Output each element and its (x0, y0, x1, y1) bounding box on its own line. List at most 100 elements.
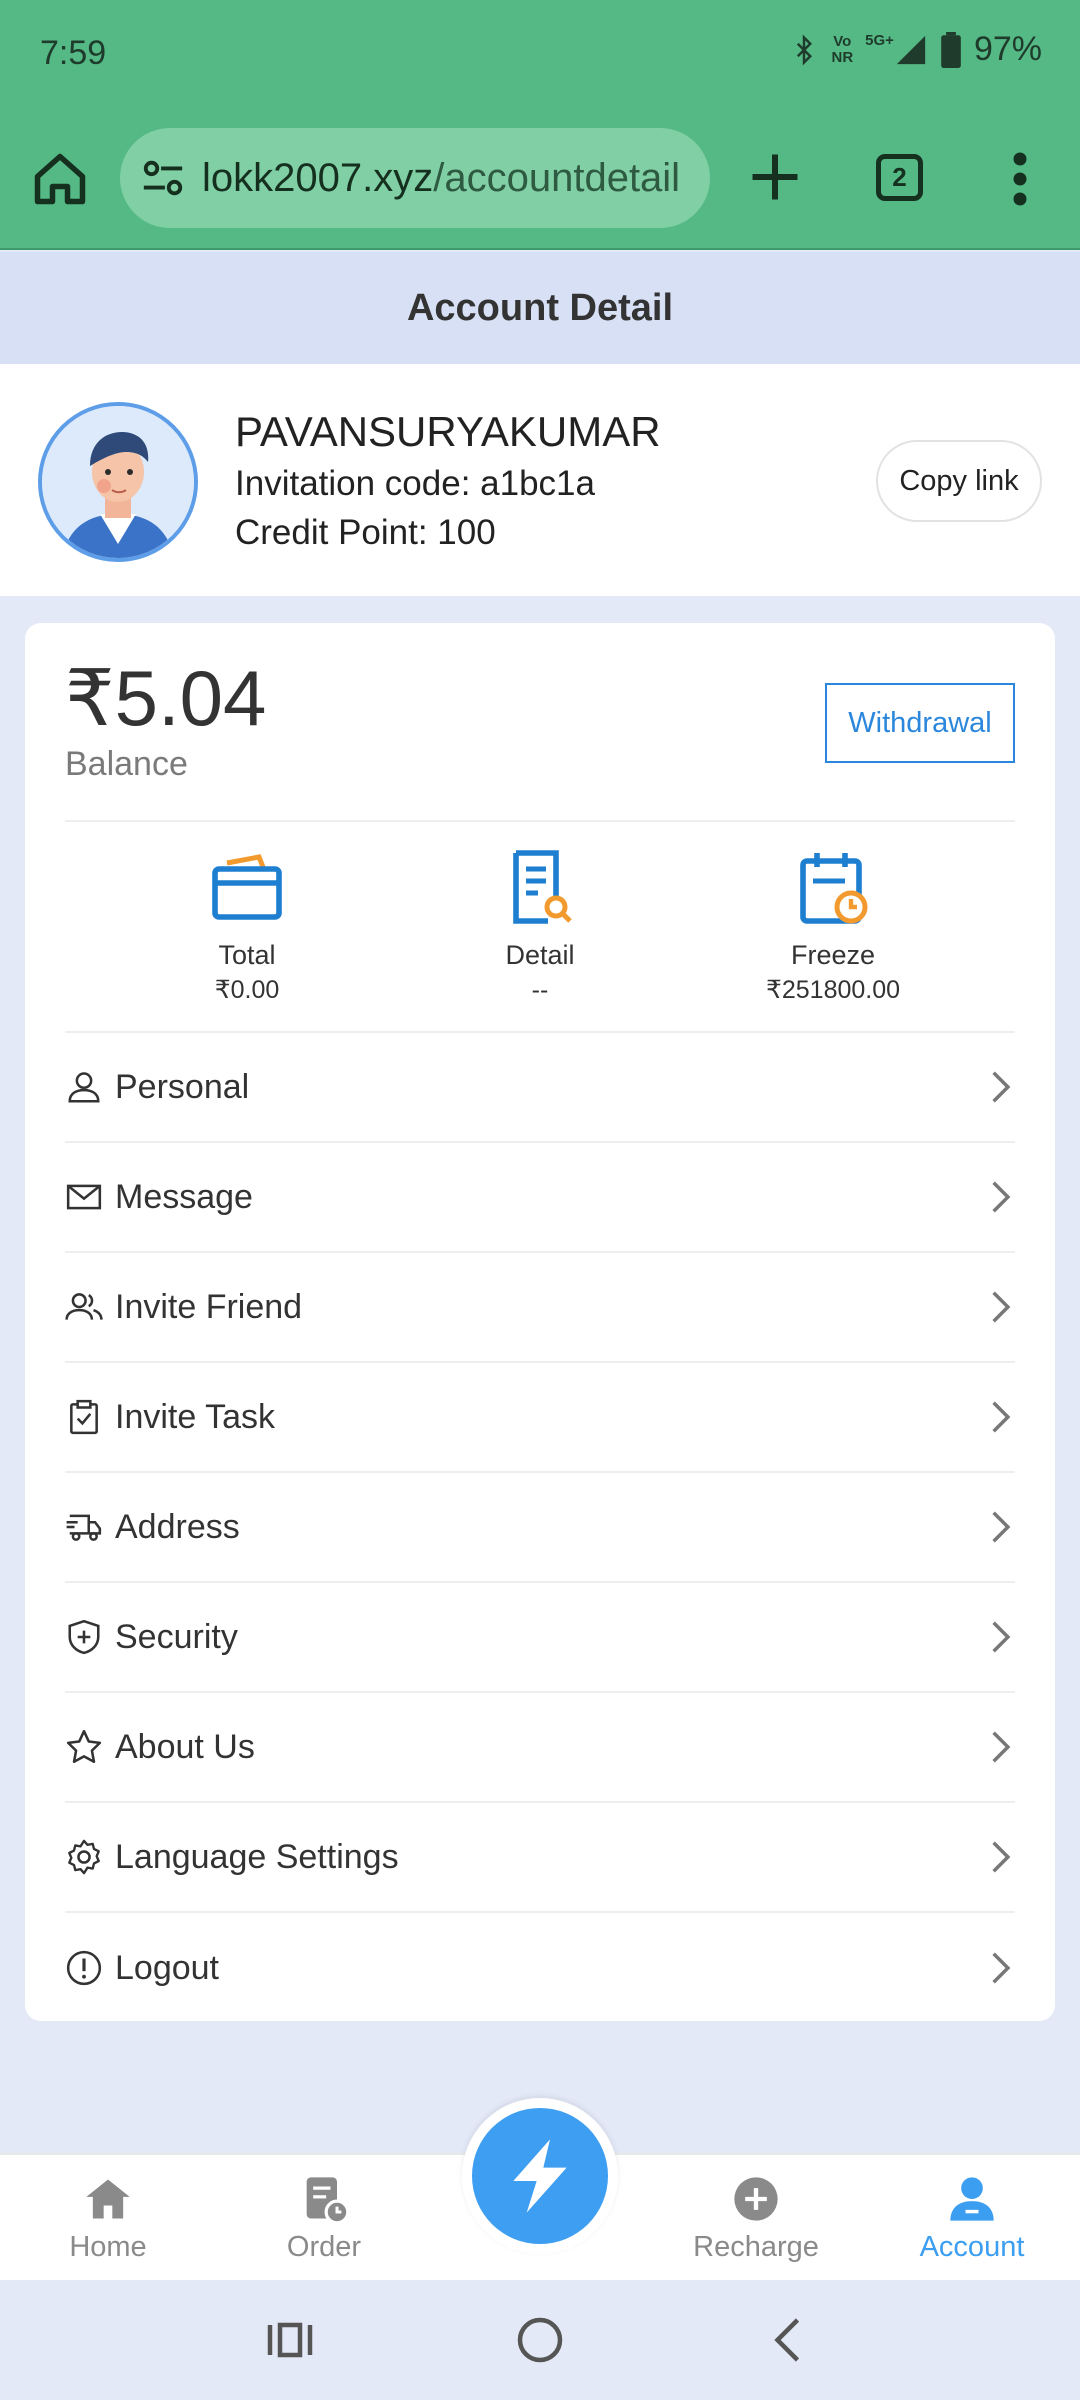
chevron-right-icon (992, 1401, 1011, 1433)
home-outline-icon (34, 153, 86, 205)
wallet-icon (212, 854, 282, 920)
status-icons: Vo NR 5G+ 97% (789, 30, 1042, 69)
menu-item-language-settings[interactable]: Language Settings (65, 1803, 1015, 1913)
browser-home-button[interactable] (30, 149, 90, 209)
url-text: lokk2007.xyz/accountdetail (202, 156, 680, 201)
settings-menu: Personal Message Invite Friend Invite Ta… (65, 1033, 1015, 2023)
nav-recharge[interactable]: Recharge (676, 2173, 836, 2264)
profile-name: PAVANSURYAKUMAR (235, 408, 661, 455)
battery-icon (941, 31, 961, 68)
menu-label: Logout (115, 1948, 219, 1987)
chevron-right-icon (992, 1291, 1011, 1323)
stat-total-value: ₹0.00 (214, 976, 280, 1004)
address-bar[interactable]: lokk2007.xyz/accountdetail (120, 128, 710, 228)
menu-label: Personal (115, 1067, 250, 1106)
stat-detail-value: -- (531, 976, 549, 1004)
menu-label: Invite Task (115, 1397, 276, 1436)
page-title: Account Detail (0, 252, 1080, 364)
nav-label: Account (919, 2231, 1025, 2263)
users-icon (65, 1293, 103, 1320)
url-path: /accountdetail (433, 155, 681, 200)
profile-section: PAVANSURYAKUMAR Invitation code: a1bc1a … (0, 364, 1080, 596)
menu-item-invite-task[interactable]: Invite Task (65, 1363, 1015, 1473)
invitation-code: Invitation code: a1bc1a (235, 464, 595, 503)
menu-label: Invite Friend (115, 1287, 303, 1326)
menu-item-about-us[interactable]: About Us (65, 1693, 1015, 1803)
menu-label: Message (115, 1177, 253, 1216)
order-icon (306, 2177, 350, 2225)
document-search-icon (513, 850, 572, 924)
nav-home[interactable]: Home (28, 2173, 188, 2264)
new-tab-button[interactable] (745, 147, 805, 207)
nav-order[interactable]: Order (244, 2173, 404, 2264)
status-time: 7:59 (40, 34, 107, 72)
nav-label: Order (286, 2231, 362, 2263)
menu-item-logout[interactable]: Logout (65, 1913, 1015, 2023)
more-vertical-icon (1013, 152, 1027, 206)
status-bar: 7:59 Vo NR 5G+ 97% (0, 0, 1080, 107)
credit-point: Credit Point: 100 (235, 513, 496, 552)
tab-switcher-button[interactable]: 2 (876, 154, 923, 201)
menu-item-invite-friend[interactable]: Invite Friend (65, 1253, 1015, 1363)
chevron-right-icon (992, 1731, 1011, 1763)
alert-circle-icon (66, 1950, 102, 1986)
menu-item-message[interactable]: Message (65, 1143, 1015, 1253)
menu-label: Language Settings (115, 1837, 399, 1876)
stat-total-label: Total (218, 940, 276, 970)
mail-icon (66, 1184, 102, 1210)
system-home-button[interactable] (510, 2310, 570, 2370)
back-icon (774, 2318, 800, 2362)
menu-label: Address (115, 1507, 240, 1546)
battery-percent: 97% (973, 30, 1042, 68)
stat-total[interactable]: Total ₹0.00 (117, 847, 377, 1007)
user-icon (68, 1072, 100, 1103)
menu-item-security[interactable]: Security (65, 1583, 1015, 1693)
browser-menu-button[interactable] (1000, 149, 1040, 209)
chevron-right-icon (992, 1952, 1011, 1984)
stat-detail[interactable]: Detail -- (410, 847, 670, 1007)
site-settings-icon[interactable] (140, 155, 186, 201)
plus-circle-icon (734, 2177, 778, 2221)
stat-detail-label: Detail (505, 940, 575, 970)
nav-account[interactable]: Account (892, 2173, 1052, 2264)
stat-freeze[interactable]: Freeze ₹251800.00 (703, 847, 963, 1007)
account-card: ₹5.04 Balance Withdrawal Total ₹0.00 Det… (25, 623, 1055, 2021)
chevron-right-icon (992, 1181, 1011, 1213)
balance-label: Balance (65, 745, 188, 783)
clipboard-check-icon (70, 1399, 98, 1435)
menu-item-personal[interactable]: Personal (65, 1033, 1015, 1143)
calendar-clock-icon (800, 853, 868, 924)
account-icon (950, 2177, 994, 2221)
network-type: 5G+ (865, 31, 894, 49)
stat-freeze-label: Freeze (790, 940, 876, 970)
recent-apps-icon (267, 2322, 313, 2358)
chevron-right-icon (992, 1621, 1011, 1653)
signal-group: 5G+ (865, 31, 928, 67)
volte-indicator: Vo NR (831, 32, 854, 66)
nav-label: Recharge (693, 2231, 819, 2263)
menu-label: About Us (115, 1727, 255, 1766)
system-back-button[interactable] (760, 2310, 820, 2370)
menu-label: Security (115, 1617, 238, 1656)
browser-toolbar: lokk2007.xyz/accountdetail 2 (0, 107, 1080, 250)
chevron-right-icon (992, 1071, 1011, 1103)
chevron-right-icon (992, 1841, 1011, 1873)
center-action-button[interactable] (462, 2098, 618, 2254)
nav-label: Home (69, 2231, 147, 2263)
url-domain: lokk2007.xyz (202, 155, 434, 200)
chevron-right-icon (992, 1511, 1011, 1543)
lightning-icon (513, 2139, 567, 2213)
menu-item-address[interactable]: Address (65, 1473, 1015, 1583)
bluetooth-icon (797, 33, 813, 66)
circle-home-icon (517, 2317, 563, 2363)
copy-link-button[interactable]: Copy link (876, 440, 1042, 522)
plus-icon (752, 154, 798, 200)
stat-freeze-value: ₹251800.00 (765, 976, 901, 1004)
home-icon (86, 2179, 130, 2219)
system-navigation-bar (0, 2280, 1080, 2400)
center-action-inner (472, 2108, 608, 2244)
avatar (38, 402, 198, 562)
recent-apps-button[interactable] (260, 2310, 320, 2370)
withdrawal-button[interactable]: Withdrawal (825, 683, 1015, 763)
gear-icon (68, 1839, 100, 1875)
